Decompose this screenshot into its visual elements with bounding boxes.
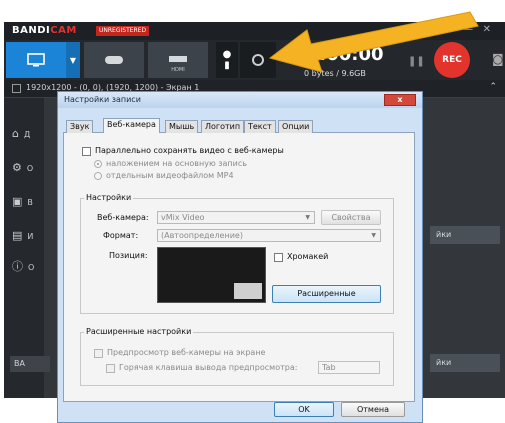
- chromakey-checkbox[interactable]: [274, 253, 283, 262]
- advanced-button[interactable]: Расширенные: [272, 285, 381, 303]
- record-button[interactable]: REC: [434, 42, 470, 78]
- tab-logo[interactable]: Логотип: [201, 120, 245, 133]
- camera-settings-icon: [252, 54, 264, 66]
- sidebar-item-about[interactable]: ⓘ О: [12, 258, 42, 280]
- window-controls[interactable]: ⌂ — ✕: [447, 24, 491, 35]
- advanced-settings-title: Расширенные настройки: [84, 327, 194, 336]
- chevron-down-icon: ▼: [305, 214, 310, 221]
- save-webcam-checkbox[interactable]: [82, 147, 91, 156]
- tab-options[interactable]: Опции: [278, 120, 314, 133]
- screen-mode-button[interactable]: [6, 42, 66, 78]
- tab-mouse[interactable]: Мышь: [165, 120, 199, 133]
- webcam-select[interactable]: vMix Video ▼: [157, 211, 315, 224]
- device-mode-button[interactable]: HDMI: [148, 42, 208, 78]
- webcam-overlay-button[interactable]: ● ▮: [216, 42, 238, 78]
- webcam-icon: ●: [222, 49, 232, 60]
- tab-sound[interactable]: Звук: [66, 120, 94, 133]
- sidebar: ⌂ Д ⚙ О ▣ В ▤ И ⓘ О: [4, 98, 44, 398]
- tab-webcam[interactable]: Веб-камера: [103, 118, 160, 133]
- dialog-titlebar: Настройки записи x: [58, 92, 422, 108]
- sidebar-item-home[interactable]: ⌂ Д: [12, 126, 42, 148]
- cancel-button[interactable]: Отмена: [341, 402, 405, 417]
- dialog-title: Настройки записи: [64, 95, 141, 104]
- save-webcam-label: Параллельно сохранять видео с веб-камеры: [95, 146, 284, 155]
- home-icon: ⌂: [12, 127, 19, 140]
- separate-file-radio[interactable]: [94, 172, 102, 180]
- gamepad-icon: [105, 56, 123, 64]
- game-mode-button[interactable]: [84, 42, 144, 78]
- webcam-settings-button[interactable]: [240, 42, 276, 78]
- hotkey-field[interactable]: Tab: [318, 361, 380, 374]
- unregistered-badge: UNREGISTERED: [96, 26, 150, 36]
- format-select[interactable]: (Автоопределение) ▼: [157, 229, 381, 242]
- gear-icon: ⚙: [12, 161, 22, 174]
- bandicam-titlebar: BANDICAM UNREGISTERED ⌂ — ✕: [4, 22, 505, 40]
- sidebar-item-image[interactable]: ▤ И: [12, 228, 42, 250]
- image-icon: ▤: [12, 229, 23, 242]
- recording-size: 0 bytes / 9.6GB: [304, 69, 366, 78]
- overlay-radio[interactable]: [94, 160, 102, 168]
- position-label: Позиция:: [109, 251, 148, 260]
- hdmi-icon: [169, 56, 187, 62]
- microphone-icon: ▮: [224, 60, 230, 71]
- advanced-settings-group: [80, 332, 394, 386]
- pause-icon[interactable]: ❚❚: [408, 56, 425, 67]
- mode-toolbar: ▼ HDMI ● ▮ 00:00:00 0 bytes / 9.6GB ❚❚ R…: [4, 40, 505, 80]
- webcam-label: Веб-камера:: [97, 213, 149, 222]
- recording-timer: 00:00:00: [294, 44, 384, 65]
- properties-button[interactable]: Свойства: [321, 210, 381, 225]
- chevron-down-icon: ▼: [69, 55, 77, 65]
- video-icon: ▣: [12, 195, 23, 208]
- tab-text[interactable]: Текст: [244, 120, 276, 133]
- capture-area-checkbox[interactable]: [12, 84, 21, 93]
- bandicam-logo: BANDICAM: [12, 25, 77, 36]
- settings-group-title: Настройки: [84, 193, 134, 202]
- separate-file-label: отдельным видеофайлом MP4: [106, 171, 234, 180]
- chevron-up-icon[interactable]: ⌃: [489, 82, 497, 92]
- screen-mode-dropdown[interactable]: ▼: [66, 42, 80, 78]
- monitor-icon: [27, 53, 45, 67]
- format-label: Формат:: [103, 231, 139, 240]
- close-button[interactable]: x: [384, 94, 416, 106]
- ok-button[interactable]: OK: [274, 402, 334, 417]
- settings-button-bottom[interactable]: йки: [430, 354, 500, 372]
- sidebar-item-general[interactable]: ⚙ О: [12, 160, 42, 182]
- settings-button-top[interactable]: йки: [430, 226, 500, 244]
- bottom-left-button[interactable]: BA: [10, 356, 50, 372]
- chromakey-label: Хромакей: [287, 252, 329, 261]
- overlay-label: наложением на основную запись: [106, 159, 247, 168]
- preview-screen-label: Предпросмотр веб-камеры на экране: [107, 348, 266, 357]
- camera-icon[interactable]: ◙: [492, 52, 504, 66]
- hotkey-checkbox[interactable]: [106, 364, 115, 373]
- position-preview[interactable]: [157, 247, 266, 303]
- preview-screen-checkbox[interactable]: [94, 349, 103, 358]
- hotkey-label: Горячая клавиша вывода предпросмотра:: [119, 363, 298, 372]
- sidebar-item-video[interactable]: ▣ В: [12, 194, 42, 216]
- chevron-down-icon: ▼: [371, 232, 376, 239]
- info-icon: ⓘ: [12, 260, 23, 273]
- webcam-position-marker[interactable]: [234, 283, 262, 299]
